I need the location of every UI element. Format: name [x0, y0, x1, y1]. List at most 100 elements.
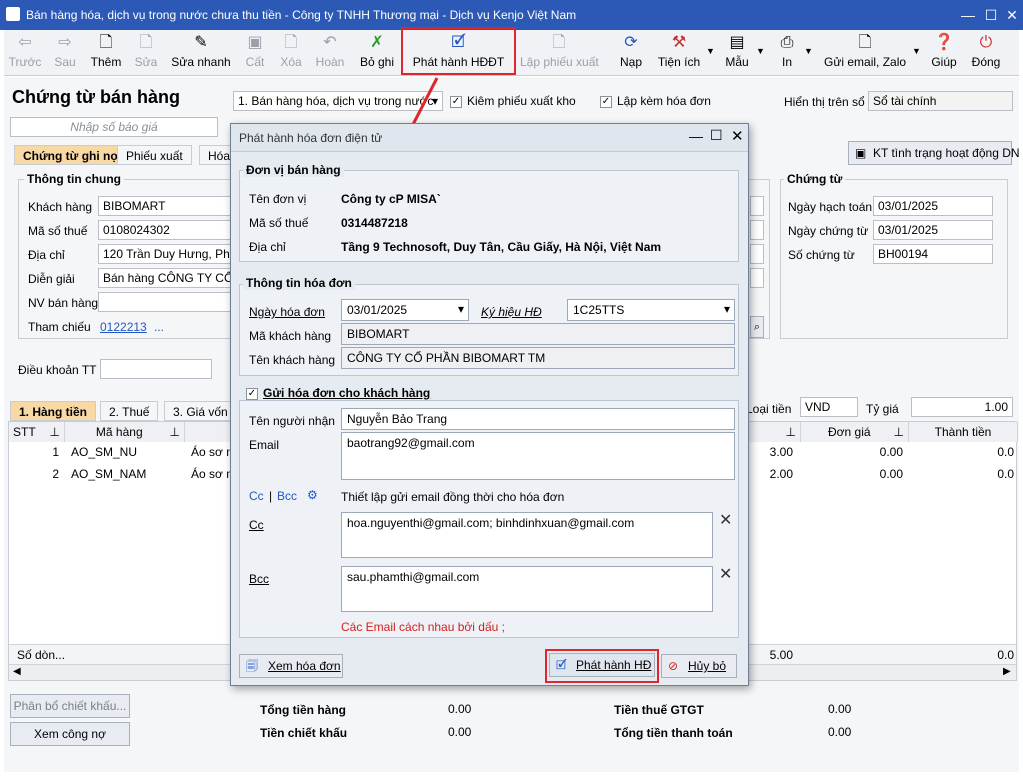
- bcc-input[interactable]: sau.phamthi@gmail.com: [341, 566, 713, 612]
- tax-code-input[interactable]: 0108024302: [98, 220, 234, 240]
- clear-bcc-icon[interactable]: ✕: [719, 564, 732, 584]
- edit-button[interactable]: 🗋 Sửa: [130, 32, 162, 74]
- side-input-2[interactable]: [750, 220, 764, 240]
- side-input-3[interactable]: [750, 244, 764, 264]
- col-qty-header[interactable]: ⊥: [745, 422, 801, 442]
- customer-name-input[interactable]: CÔNG TY CỔ PHẦN BIBOMART TM: [341, 347, 735, 369]
- footer-amount: 0.0: [997, 648, 1014, 662]
- voucher-title: Chứng từ: [784, 172, 846, 186]
- send-invoice-checkbox[interactable]: ✓ Gửi hóa đơn cho khách hàng: [243, 386, 434, 400]
- power-icon: ⏻: [979, 34, 993, 51]
- send-email-dropdown-icon[interactable]: ▼: [912, 46, 921, 56]
- col-item-code-header[interactable]: Mã hàng ⊥: [65, 422, 185, 442]
- reference-label: Tham chiếu: [28, 320, 91, 334]
- undo-button[interactable]: ↶ Hoàn: [312, 32, 348, 74]
- total-goods-label: Tổng tiền hàng: [260, 703, 346, 717]
- receiver-input[interactable]: Nguyễn Bảo Trang: [341, 408, 735, 430]
- tab-debit-voucher[interactable]: Chứng từ ghi nợ: [14, 145, 128, 165]
- search-icon[interactable]: ⌕: [750, 316, 764, 338]
- side-input-4[interactable]: [750, 268, 764, 288]
- description-input[interactable]: Bán hàng CÔNG TY CỔ P: [98, 268, 234, 288]
- print-dropdown-icon[interactable]: ▼: [804, 46, 813, 56]
- issue-invoice-button[interactable]: 🗹 Phát hành HĐ: [549, 653, 655, 677]
- utility-dropdown-icon[interactable]: ▼: [706, 46, 715, 56]
- with-invoice-checkbox[interactable]: ✓ Lập kèm hóa đơn: [600, 94, 711, 108]
- quick-edit-button[interactable]: ✎ Sửa nhanh: [170, 32, 232, 74]
- pin-icon[interactable]: ⊥: [50, 425, 60, 439]
- help-button[interactable]: ❓ Giúp: [928, 32, 960, 74]
- add-button[interactable]: 🗋 Thêm: [88, 32, 124, 74]
- minimize-icon[interactable]: —: [958, 5, 978, 25]
- delete-button[interactable]: 🗋 Xóa: [276, 32, 306, 74]
- reference-link[interactable]: 0122213: [100, 320, 147, 334]
- customer-code-input[interactable]: BIBOMART: [341, 323, 735, 345]
- exchange-rate-input[interactable]: 1.00: [911, 397, 1013, 417]
- send-email-button[interactable]: 🗋 Gửi email, Zalo: [824, 32, 906, 74]
- tab-cost[interactable]: 3. Giá vốn: [164, 401, 237, 421]
- scroll-left-icon[interactable]: ◀: [13, 666, 21, 677]
- print-button[interactable]: ⎙ In: [774, 32, 800, 74]
- pin-icon[interactable]: ⊥: [786, 425, 796, 439]
- minimize-icon[interactable]: —: [689, 128, 703, 144]
- posting-date-input[interactable]: 03/01/2025: [873, 196, 993, 216]
- display-on-select[interactable]: Sổ tài chính: [868, 91, 1013, 111]
- voucher-date-input[interactable]: 03/01/2025: [873, 220, 993, 240]
- unpost-button[interactable]: ✗ Bỏ ghi: [358, 32, 396, 74]
- customer-label: Khách hàng: [28, 200, 93, 214]
- tab-goods-money[interactable]: 1. Hàng tiền: [10, 401, 97, 421]
- delete-icon: 🗋: [284, 34, 298, 51]
- email-note: Các Email cách nhau bởi dấu ;: [341, 620, 505, 634]
- row-qty: 2.00: [769, 467, 793, 481]
- clear-cc-icon[interactable]: ✕: [719, 510, 732, 530]
- cc-link[interactable]: Cc: [249, 489, 264, 503]
- voucher-no-input[interactable]: BH00194: [873, 244, 993, 264]
- email-label: Email: [249, 438, 280, 452]
- col-stt-header[interactable]: STT ⊥: [9, 422, 65, 442]
- cancel-button[interactable]: ⊘ Hủy bỏ: [661, 654, 737, 678]
- side-input-1[interactable]: [750, 196, 764, 216]
- col-amount-header[interactable]: Thành tiền: [909, 422, 1018, 442]
- quote-input[interactable]: Nhập số báo giá: [10, 117, 218, 137]
- create-ticket-button[interactable]: 🗋 Lập phiếu xuất: [520, 32, 599, 74]
- reference-more-link[interactable]: ...: [154, 320, 164, 334]
- template-dropdown-icon[interactable]: ▼: [756, 46, 765, 56]
- view-debt-button[interactable]: Xem công nợ: [10, 722, 130, 746]
- template-button[interactable]: ▤ Mẫu: [722, 32, 752, 74]
- maximize-icon[interactable]: ☐: [710, 127, 723, 144]
- col-unit-price-header[interactable]: Đơn giá ⊥: [801, 422, 909, 442]
- next-button[interactable]: ⇨ Sau: [48, 32, 82, 74]
- allocate-discount-button[interactable]: Phân bổ chiết khấu...: [10, 694, 130, 718]
- close-icon[interactable]: ✕: [731, 127, 744, 145]
- pin-icon[interactable]: ⊥: [894, 425, 904, 439]
- cc-input[interactable]: hoa.nguyenthi@gmail.com; binhdinhxuan@gm…: [341, 512, 713, 558]
- currency-select[interactable]: VND: [800, 397, 858, 417]
- gear-icon[interactable]: ⚙: [307, 488, 318, 502]
- scroll-right-icon[interactable]: ▶: [1003, 666, 1011, 677]
- sales-staff-input[interactable]: [98, 292, 234, 312]
- invoice-ticket-checkbox[interactable]: ✓ Kiêm phiếu xuất kho: [450, 94, 576, 108]
- tab-export-ticket[interactable]: Phiếu xuất: [117, 145, 192, 165]
- address-label: Địa chỉ: [28, 248, 65, 262]
- payment-terms-input[interactable]: [100, 359, 212, 379]
- dialog-titlebar: Phát hành hóa đơn điện tử — ☐ ✕: [231, 124, 748, 152]
- back-button[interactable]: ⇦ Trước: [6, 32, 44, 74]
- maximize-icon[interactable]: ☐: [981, 5, 1001, 25]
- issue-einvoice-button[interactable]: 🗹 Phát hành HĐĐT: [401, 27, 516, 75]
- bcc-link[interactable]: Bcc: [277, 489, 297, 503]
- save-button[interactable]: ▣ Cất: [240, 32, 270, 74]
- edit-document-icon: 🗋: [139, 34, 153, 51]
- symbol-select[interactable]: 1C25TTS: [567, 299, 735, 321]
- view-invoice-button[interactable]: 🗐 Xem hóa đơn: [239, 654, 343, 678]
- close-icon[interactable]: ✕: [1002, 5, 1022, 25]
- customer-input[interactable]: BIBOMART: [98, 196, 234, 216]
- email-input[interactable]: baotrang92@gmail.com: [341, 432, 735, 480]
- address-input[interactable]: 120 Trần Duy Hưng, Phườ: [98, 244, 234, 264]
- close-button[interactable]: ⏻ Đóng: [968, 32, 1004, 74]
- tab-tax[interactable]: 2. Thuế: [100, 401, 159, 421]
- row-amount: 0.0: [997, 445, 1014, 459]
- reload-button[interactable]: ⟳ Nạp: [616, 32, 646, 74]
- utility-button[interactable]: ⚒ Tiện ích: [656, 32, 702, 74]
- kt-status-button[interactable]: ▣ KT tình trạng hoạt động DN: [848, 141, 1020, 165]
- invoice-date-input[interactable]: 03/01/2025: [341, 299, 469, 321]
- pin-icon[interactable]: ⊥: [170, 425, 180, 439]
